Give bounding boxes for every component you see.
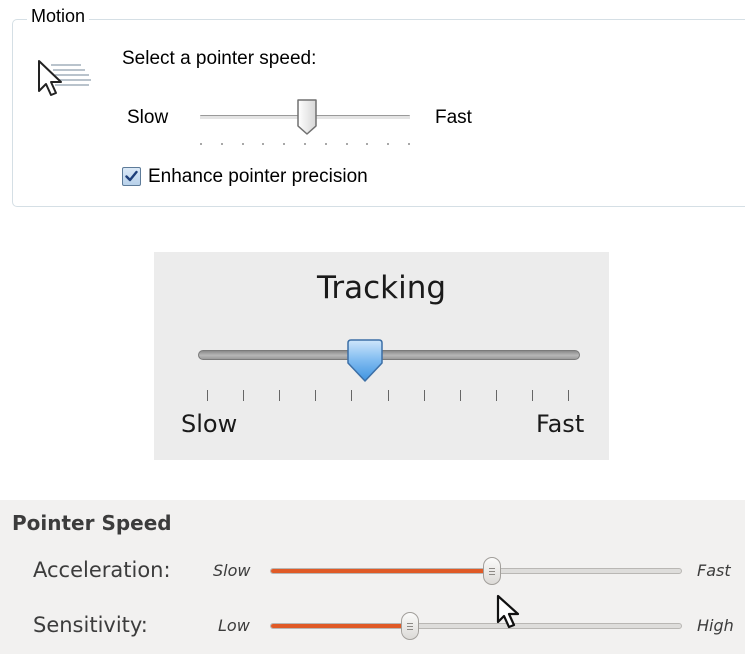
pointer-speed-tick xyxy=(408,143,410,145)
enhance-precision-label: Enhance pointer precision xyxy=(148,166,368,187)
sensitivity-slider-fill xyxy=(271,624,412,628)
pointer-speed-panel: Pointer Speed Acceleration: Slow Fast Se… xyxy=(0,500,745,654)
pointer-speed-icon xyxy=(38,60,91,96)
pointer-speed-prompt: Select a pointer speed: xyxy=(122,48,317,69)
pointer-speed-tick xyxy=(242,143,244,145)
pointer-speed-tick xyxy=(325,143,327,145)
pointer-speed-title: Pointer Speed xyxy=(12,511,172,535)
pointer-speed-tick xyxy=(346,143,348,145)
tracking-tick xyxy=(568,390,569,401)
tracking-slider-thumb[interactable] xyxy=(345,337,385,385)
acceleration-slider-thumb[interactable] xyxy=(483,557,502,585)
tracking-tick xyxy=(351,390,352,401)
acceleration-max-label: Fast xyxy=(697,561,731,580)
acceleration-slider-track[interactable] xyxy=(270,568,682,574)
tracking-tick xyxy=(424,390,425,401)
tracking-tick xyxy=(315,390,316,401)
tracking-title: Tracking xyxy=(316,270,447,306)
pointer-speed-tick xyxy=(283,143,285,145)
pointer-speed-tick xyxy=(200,143,202,145)
enhance-precision-checkbox[interactable] xyxy=(122,167,141,186)
sensitivity-slider-track[interactable] xyxy=(270,623,682,629)
sensitivity-min-label: Low xyxy=(218,616,250,635)
tracking-tick xyxy=(388,390,389,401)
pointer-speed-tick xyxy=(304,143,306,145)
pointer-speed-tick xyxy=(387,143,389,145)
pointer-speed-tick xyxy=(366,143,368,145)
tracking-tick xyxy=(496,390,497,401)
sensitivity-max-label: High xyxy=(697,616,734,635)
tracking-slider-track[interactable] xyxy=(198,350,580,360)
speed-slow-label: Slow xyxy=(127,107,169,128)
tracking-slow-label: Slow xyxy=(181,410,238,438)
checkmark-icon xyxy=(125,170,138,182)
pointer-speed-slider-thumb[interactable] xyxy=(296,98,318,136)
pointer-speed-tick xyxy=(221,143,223,145)
speed-fast-label: Fast xyxy=(435,107,472,128)
tracking-fast-label: Fast xyxy=(536,410,585,438)
tracking-tick xyxy=(460,390,461,401)
acceleration-slider-fill xyxy=(271,569,494,573)
tracking-tick xyxy=(207,390,208,401)
acceleration-label: Acceleration: xyxy=(33,558,171,582)
pointer-speed-tick xyxy=(262,143,264,145)
tracking-tick xyxy=(243,390,244,401)
acceleration-min-label: Slow xyxy=(213,561,251,580)
pointer-speed-ticks xyxy=(200,143,410,147)
mouse-cursor-icon xyxy=(496,594,520,629)
sensitivity-slider-thumb[interactable] xyxy=(401,612,420,640)
tracking-panel: Tracking Slow Fast xyxy=(154,252,609,460)
motion-group-title: Motion xyxy=(27,6,90,27)
tracking-tick xyxy=(532,390,533,401)
tracking-tick xyxy=(279,390,280,401)
sensitivity-label: Sensitivity: xyxy=(33,613,148,637)
